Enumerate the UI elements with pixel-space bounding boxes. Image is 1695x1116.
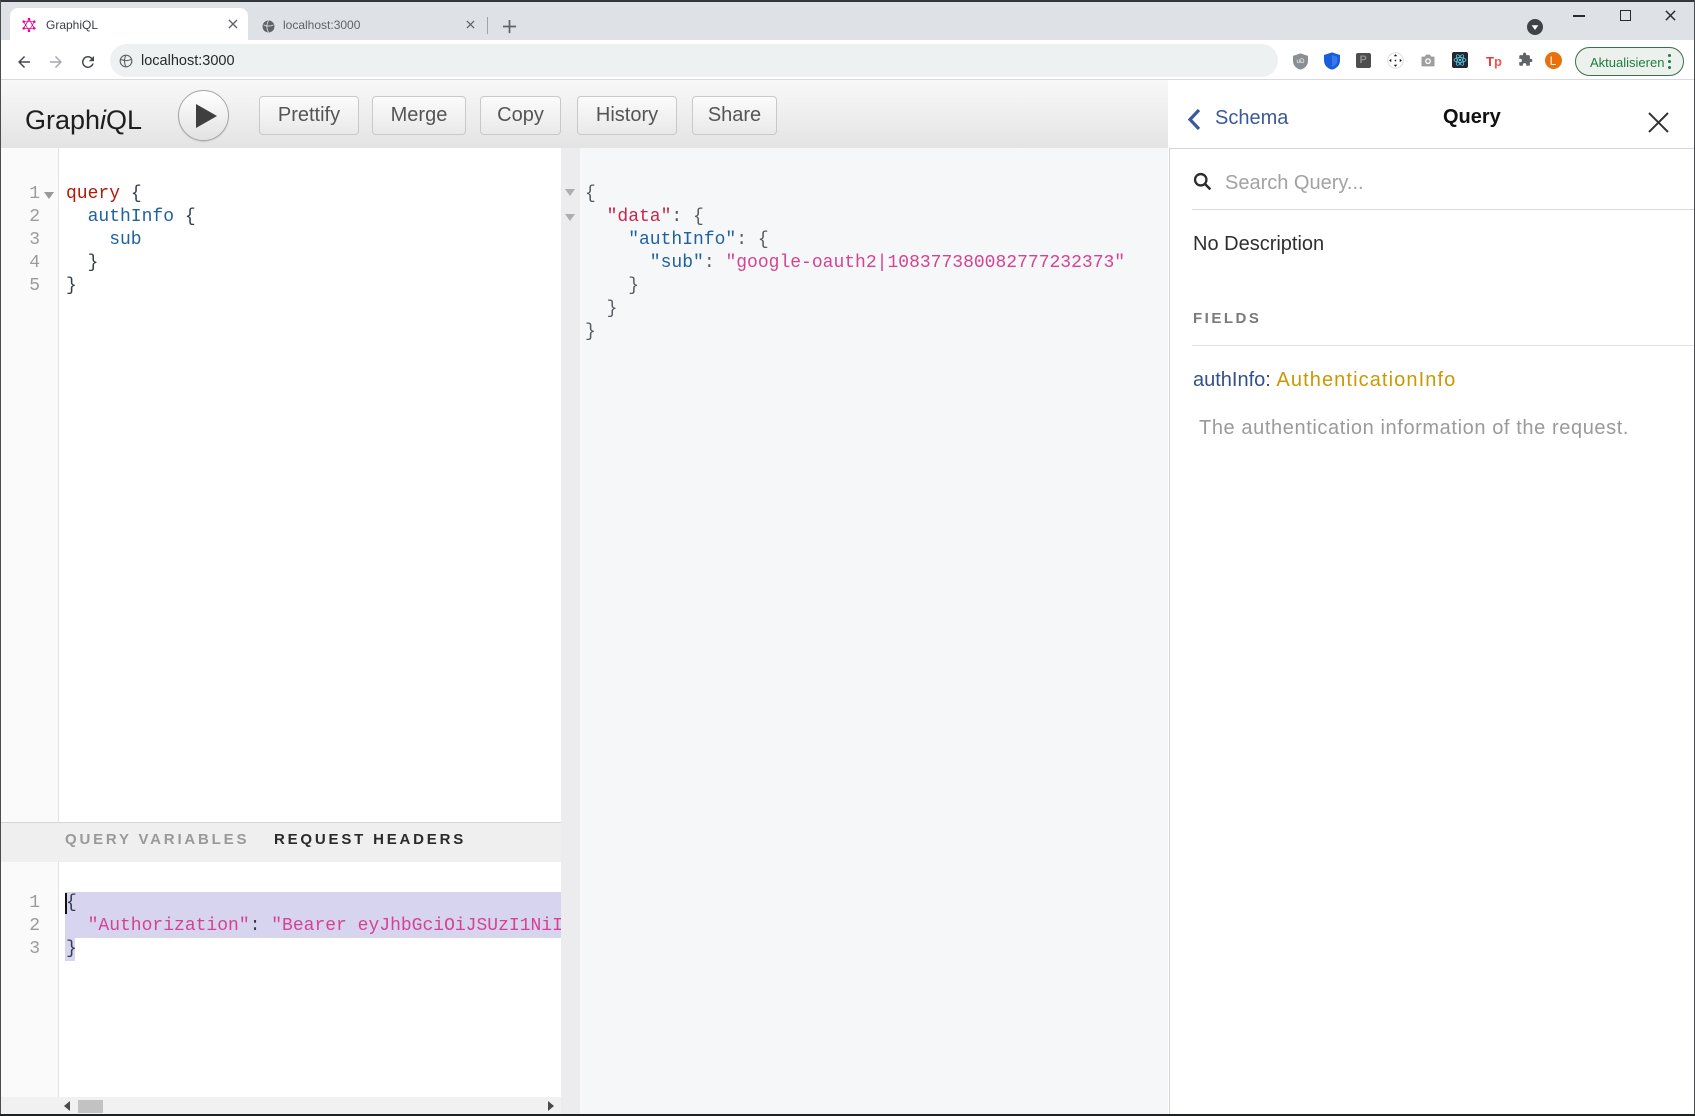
svg-text:uD: uD xyxy=(1297,58,1305,65)
